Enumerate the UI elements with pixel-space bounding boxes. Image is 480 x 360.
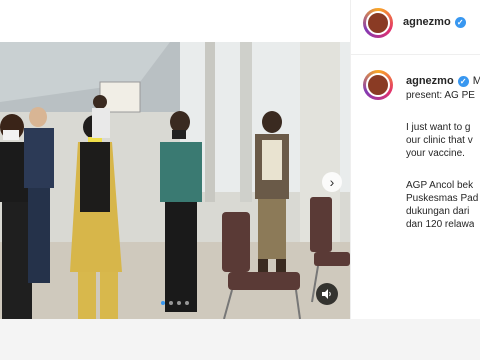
caption-line: AGP Ancol bek [406, 180, 474, 191]
caption-line: present: AG PE [406, 90, 475, 101]
carousel-dot [177, 301, 181, 305]
caption-line: Puskesmas Pad [406, 193, 479, 204]
chevron-right-icon: › [329, 174, 335, 190]
post-photo [0, 42, 350, 319]
post-media[interactable]: › [0, 42, 350, 319]
page-footer [0, 319, 480, 360]
carousel-dot [185, 301, 189, 305]
caption-first-line-tail: M [472, 75, 480, 87]
header-avatar[interactable] [363, 8, 393, 38]
caption-line: dan 120 relawa [406, 219, 475, 230]
verified-badge-icon: ✓ [457, 75, 469, 87]
caption-line: dukungan dari [406, 206, 470, 217]
audio-muted-icon [322, 289, 331, 299]
header-divider [351, 54, 480, 55]
carousel-dots [0, 301, 350, 305]
caption-line: your vaccine. [406, 148, 465, 159]
caption-line: I just want to g [406, 122, 471, 133]
caption-line: our clinic that v [406, 135, 473, 146]
post-sidebar: agnezmo ✓ agnezmo ✓ M present: AG PE I j… [350, 0, 480, 319]
caption-username[interactable]: agnezmo [406, 75, 454, 87]
caption-avatar[interactable] [363, 70, 393, 100]
next-slide-button[interactable]: › [322, 172, 342, 192]
instagram-post: › agnezmo ✓ agnezmo ✓ M present: AG PE I… [0, 0, 480, 319]
audio-toggle-button[interactable] [316, 283, 338, 305]
verified-badge-icon: ✓ [454, 16, 466, 28]
header-username[interactable]: agnezmo [403, 16, 451, 28]
header-user[interactable]: agnezmo ✓ [403, 16, 466, 28]
carousel-dot [169, 301, 173, 305]
carousel-dot [161, 301, 165, 305]
caption-user[interactable]: agnezmo ✓ M [406, 75, 480, 87]
